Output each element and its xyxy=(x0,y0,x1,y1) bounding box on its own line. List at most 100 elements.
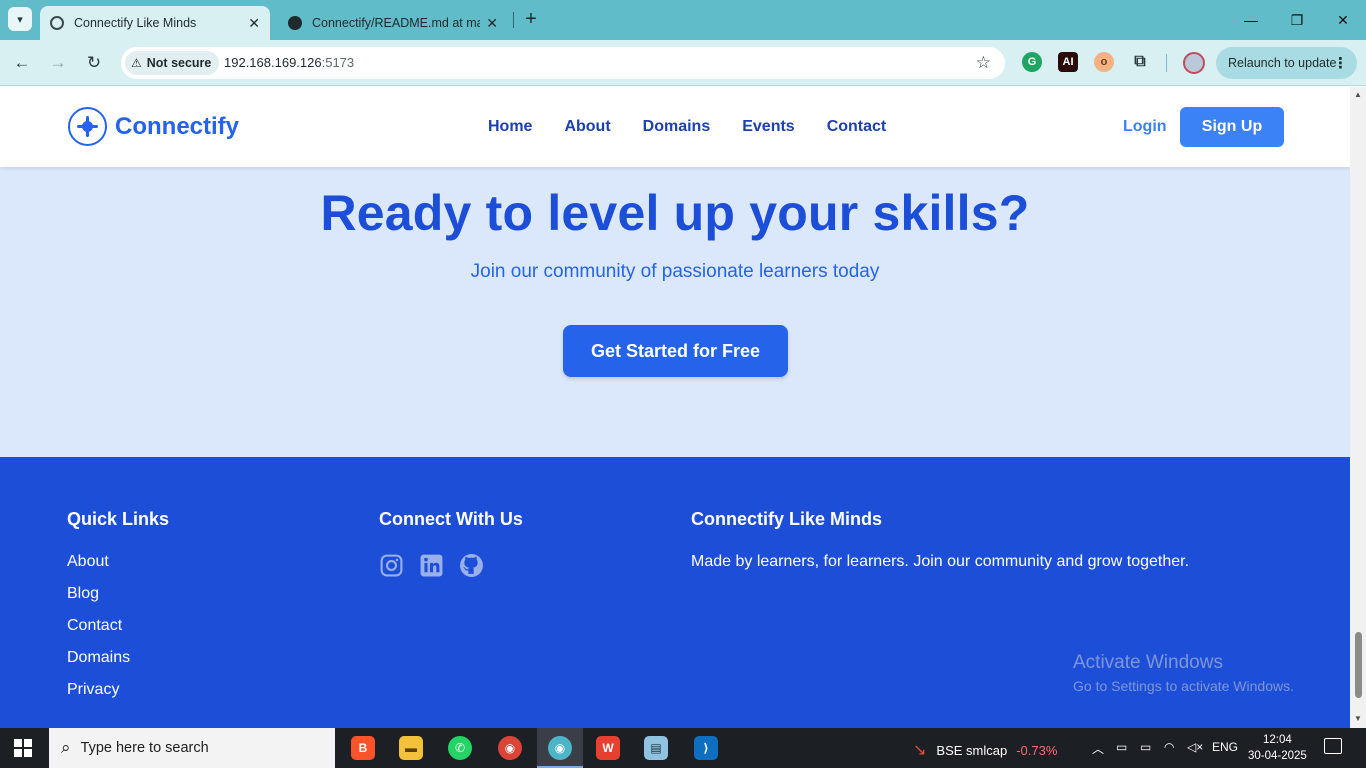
volume-muted-icon[interactable]: ◁× xyxy=(1187,740,1203,754)
url-port: :5173 xyxy=(321,55,355,70)
chrome-profile-icon[interactable]: ◉ xyxy=(548,736,572,760)
browser-tab-strip: ▾ Connectify Like Minds ✕ Connectify/REA… xyxy=(0,0,1366,40)
windows-taskbar: ⌕ Type here to search B ▬ ✆ ◉ ◉ W ▤ ⟩ ↘ … xyxy=(0,728,1366,768)
stock-widget[interactable]: ↘ BSE smlcap -0.73% xyxy=(913,740,1057,760)
tab-search-button[interactable]: ▾ xyxy=(8,7,32,31)
social-links xyxy=(379,553,523,578)
clock-time: 12:04 xyxy=(1263,734,1292,746)
search-icon: ⌕ xyxy=(61,738,71,757)
tab-connectify[interactable]: Connectify Like Minds ✕ xyxy=(40,6,270,40)
site-logo[interactable]: Connectify xyxy=(68,107,239,146)
file-explorer-icon[interactable]: ▬ xyxy=(399,736,423,760)
brand-name: Connectify xyxy=(115,112,240,140)
quick-links-column: Quick Links About Blog Contact Domains P… xyxy=(67,509,169,713)
grammarly-extension-icon[interactable]: G xyxy=(1022,52,1042,72)
instagram-icon[interactable] xyxy=(379,553,404,578)
tab-title: Connectify/README.md at main xyxy=(312,16,481,30)
brave-icon[interactable]: B xyxy=(351,736,375,760)
stock-chart-icon: ↘ xyxy=(913,742,927,759)
about-column: Connectify Like Minds Made by learners, … xyxy=(691,509,1189,571)
site-info-chip[interactable]: ⚠ Not secure xyxy=(125,51,220,75)
extension-icon[interactable]: o xyxy=(1094,52,1114,72)
scroll-up-icon[interactable]: ▲ xyxy=(1354,90,1362,99)
address-bar[interactable]: ⚠ Not secure 192.168.169.126:5173 ☆ xyxy=(121,47,1005,79)
relaunch-label: Relaunch to update xyxy=(1228,56,1337,70)
toolbar-divider xyxy=(1166,54,1167,72)
nav-home[interactable]: Home xyxy=(488,118,532,136)
footer-link-blog[interactable]: Blog xyxy=(67,585,169,604)
warning-icon: ⚠ xyxy=(131,56,142,70)
main-nav: Home About Domains Events Contact xyxy=(488,118,918,136)
vscode-icon[interactable]: ⟩ xyxy=(694,736,718,760)
linkedin-icon[interactable] xyxy=(419,553,444,578)
search-placeholder: Type here to search xyxy=(80,740,209,756)
wifi-icon[interactable]: ◠ xyxy=(1164,740,1174,754)
notepad-icon[interactable]: ▤ xyxy=(644,736,668,760)
nav-domains[interactable]: Domains xyxy=(643,118,711,136)
language-indicator[interactable]: ENG xyxy=(1212,740,1238,754)
browser-toolbar: ← → ↻ ⚠ Not secure 192.168.169.126:5173 … xyxy=(0,40,1366,86)
profile-avatar[interactable] xyxy=(1183,52,1205,74)
close-tab-icon[interactable]: ✕ xyxy=(486,15,498,32)
get-started-button[interactable]: Get Started for Free xyxy=(563,325,788,377)
stock-name: BSE smlcap xyxy=(936,742,1008,758)
relaunch-button[interactable]: Relaunch to update ⋮ xyxy=(1216,47,1357,79)
more-menu-icon[interactable]: ⋮ xyxy=(1333,54,1348,72)
connect-heading: Connect With Us xyxy=(379,509,523,529)
chevron-up-icon[interactable]: ︿ xyxy=(1092,740,1104,757)
github-icon[interactable] xyxy=(459,553,484,578)
site-header: Connectify Home About Domains Events Con… xyxy=(0,87,1350,167)
notification-icon[interactable] xyxy=(1324,738,1342,754)
minimize-button[interactable]: — xyxy=(1228,0,1274,40)
ai-extension-icon[interactable]: AI xyxy=(1058,52,1078,72)
meet-now-icon[interactable]: ▭ xyxy=(1116,740,1127,754)
nav-about[interactable]: About xyxy=(564,118,610,136)
quick-links-heading: Quick Links xyxy=(67,509,170,529)
page-scrollbar[interactable]: ▲ ▼ xyxy=(1350,87,1366,728)
reload-button[interactable]: ↻ xyxy=(82,51,106,75)
activate-windows-watermark: Activate Windows Go to Settings to activ… xyxy=(1073,652,1294,694)
not-secure-label: Not secure xyxy=(146,56,212,70)
nav-events[interactable]: Events xyxy=(742,118,794,136)
forward-button[interactable]: → xyxy=(46,51,70,75)
tab-readme[interactable]: Connectify/README.md at main ✕ xyxy=(278,6,508,40)
scrollbar-thumb[interactable] xyxy=(1355,632,1362,698)
new-tab-button[interactable]: + xyxy=(520,8,542,30)
nav-contact[interactable]: Contact xyxy=(827,118,887,136)
footer-link-about[interactable]: About xyxy=(67,553,169,572)
url-text: 192.168.169.126:5173 xyxy=(224,55,354,70)
tab-divider xyxy=(513,12,514,28)
cta-title: Ready to level up your skills? xyxy=(320,185,1030,241)
login-link[interactable]: Login xyxy=(1123,118,1167,136)
watermark-line2: Go to Settings to activate Windows. xyxy=(1073,678,1294,694)
url-host: 192.168.169.126 xyxy=(224,55,322,70)
bookmark-star-icon[interactable]: ☆ xyxy=(976,53,991,73)
wps-office-icon[interactable]: W xyxy=(596,736,620,760)
windows-start-icon[interactable] xyxy=(14,739,32,757)
whatsapp-icon[interactable]: ✆ xyxy=(448,736,472,760)
footer-link-privacy[interactable]: Privacy xyxy=(67,681,169,700)
close-tab-icon[interactable]: ✕ xyxy=(248,15,260,32)
puzzle-icon[interactable]: ⧉ xyxy=(1130,52,1150,72)
about-text: Made by learners, for learners. Join our… xyxy=(691,553,1190,570)
footer-link-contact[interactable]: Contact xyxy=(67,617,169,636)
clock[interactable]: 12:04 30-04-2025 xyxy=(1248,732,1307,764)
restore-button[interactable]: ❐ xyxy=(1274,0,1320,40)
about-heading: Connectify Like Minds xyxy=(691,509,883,529)
footer-link-domains[interactable]: Domains xyxy=(67,649,169,668)
close-window-button[interactable]: ✕ xyxy=(1320,0,1366,40)
cta-subtitle: Join our community of passionate learner… xyxy=(470,261,880,282)
back-button[interactable]: ← xyxy=(10,51,34,75)
web-page: Connectify Home About Domains Events Con… xyxy=(0,87,1350,728)
chrome-icon[interactable]: ◉ xyxy=(498,736,522,760)
signup-button[interactable]: Sign Up xyxy=(1180,107,1284,147)
logo-icon xyxy=(68,107,107,146)
watermark-line1: Activate Windows xyxy=(1073,652,1223,673)
battery-icon[interactable]: ▭ xyxy=(1140,740,1151,754)
tab-title: Connectify Like Minds xyxy=(74,16,197,30)
github-icon xyxy=(288,16,302,30)
taskbar-search[interactable]: ⌕ Type here to search xyxy=(49,728,335,768)
globe-icon xyxy=(50,16,64,30)
clock-date: 30-04-2025 xyxy=(1248,750,1307,762)
scroll-down-icon[interactable]: ▼ xyxy=(1354,714,1362,723)
